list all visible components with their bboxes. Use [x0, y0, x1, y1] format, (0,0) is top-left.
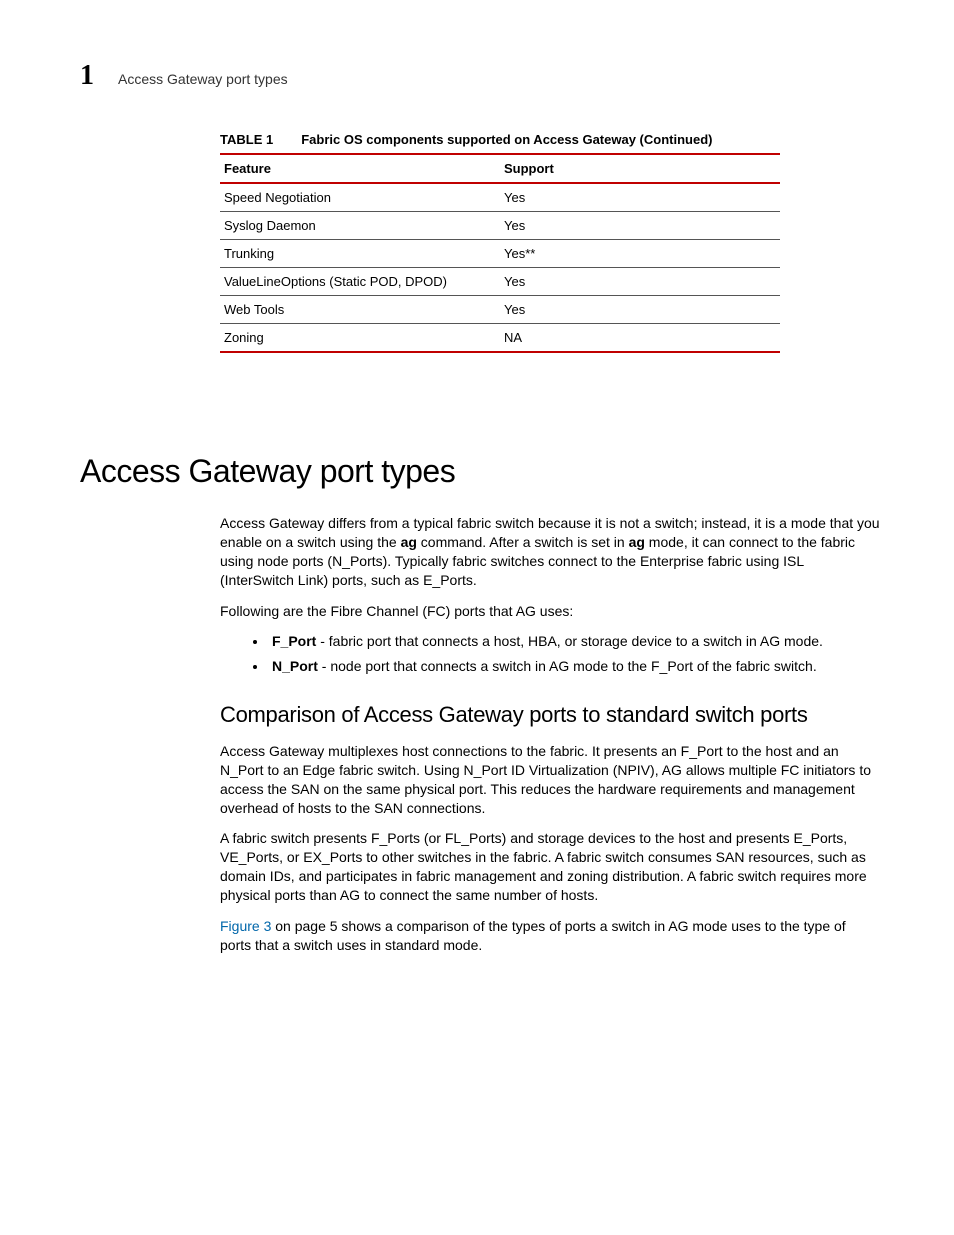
cell-feature: Web Tools	[220, 296, 500, 324]
cell-support: Yes	[500, 296, 780, 324]
table-row: Syslog Daemon Yes	[220, 212, 780, 240]
paragraph: Access Gateway multiplexes host connecti…	[220, 742, 880, 818]
command-text: ag	[629, 534, 645, 550]
table-row: Trunking Yes**	[220, 240, 780, 268]
command-text: ag	[401, 534, 417, 550]
term-desc: - node port that connects a switch in AG…	[318, 658, 817, 674]
cell-feature: Speed Negotiation	[220, 183, 500, 212]
chapter-number: 1	[80, 60, 94, 92]
cell-support: NA	[500, 324, 780, 353]
term: F_Port	[272, 633, 316, 649]
paragraph: Figure 3 on page 5 shows a comparison of…	[220, 917, 880, 955]
paragraph: Following are the Fibre Channel (FC) por…	[220, 602, 880, 621]
text-run: command. After a switch is set in	[417, 534, 629, 550]
term: N_Port	[272, 658, 318, 674]
bullet-list: F_Port - fabric port that connects a hos…	[220, 632, 880, 676]
table-row: Web Tools Yes	[220, 296, 780, 324]
page: 1 Access Gateway port types TABLE 1 Fabri…	[0, 0, 954, 1235]
running-title: Access Gateway port types	[118, 71, 288, 87]
section-heading: Access Gateway port types	[80, 453, 874, 490]
running-header: 1 Access Gateway port types	[80, 60, 874, 92]
column-header-feature: Feature	[220, 154, 500, 183]
text-run: on page 5 shows a comparison of the type…	[220, 918, 846, 953]
cell-feature: Trunking	[220, 240, 500, 268]
cell-feature: ValueLineOptions (Static POD, DPOD)	[220, 268, 500, 296]
cell-support: Yes	[500, 212, 780, 240]
subsection-heading: Comparison of Access Gateway ports to st…	[220, 700, 880, 730]
cell-feature: Zoning	[220, 324, 500, 353]
term-desc: - fabric port that connects a host, HBA,…	[316, 633, 823, 649]
list-item: F_Port - fabric port that connects a hos…	[268, 632, 880, 651]
cell-feature: Syslog Daemon	[220, 212, 500, 240]
table-block: TABLE 1 Fabric OS components supported on…	[220, 132, 780, 353]
table-caption: TABLE 1 Fabric OS components supported on…	[220, 132, 780, 147]
paragraph: Access Gateway differs from a typical fa…	[220, 514, 880, 590]
cell-support: Yes**	[500, 240, 780, 268]
body-block: Access Gateway differs from a typical fa…	[220, 514, 880, 955]
paragraph: A fabric switch presents F_Ports (or FL_…	[220, 829, 880, 905]
table-row: ValueLineOptions (Static POD, DPOD) Yes	[220, 268, 780, 296]
table-row: Zoning NA	[220, 324, 780, 353]
column-header-support: Support	[500, 154, 780, 183]
table-label: TABLE 1	[220, 132, 273, 147]
cell-support: Yes	[500, 268, 780, 296]
cell-support: Yes	[500, 183, 780, 212]
table-caption-text: Fabric OS components supported on Access…	[301, 132, 712, 147]
components-table: Feature Support Speed Negotiation Yes Sy…	[220, 153, 780, 353]
list-item: N_Port - node port that connects a switc…	[268, 657, 880, 676]
table-row: Speed Negotiation Yes	[220, 183, 780, 212]
cross-reference: Figure 3	[220, 918, 271, 934]
